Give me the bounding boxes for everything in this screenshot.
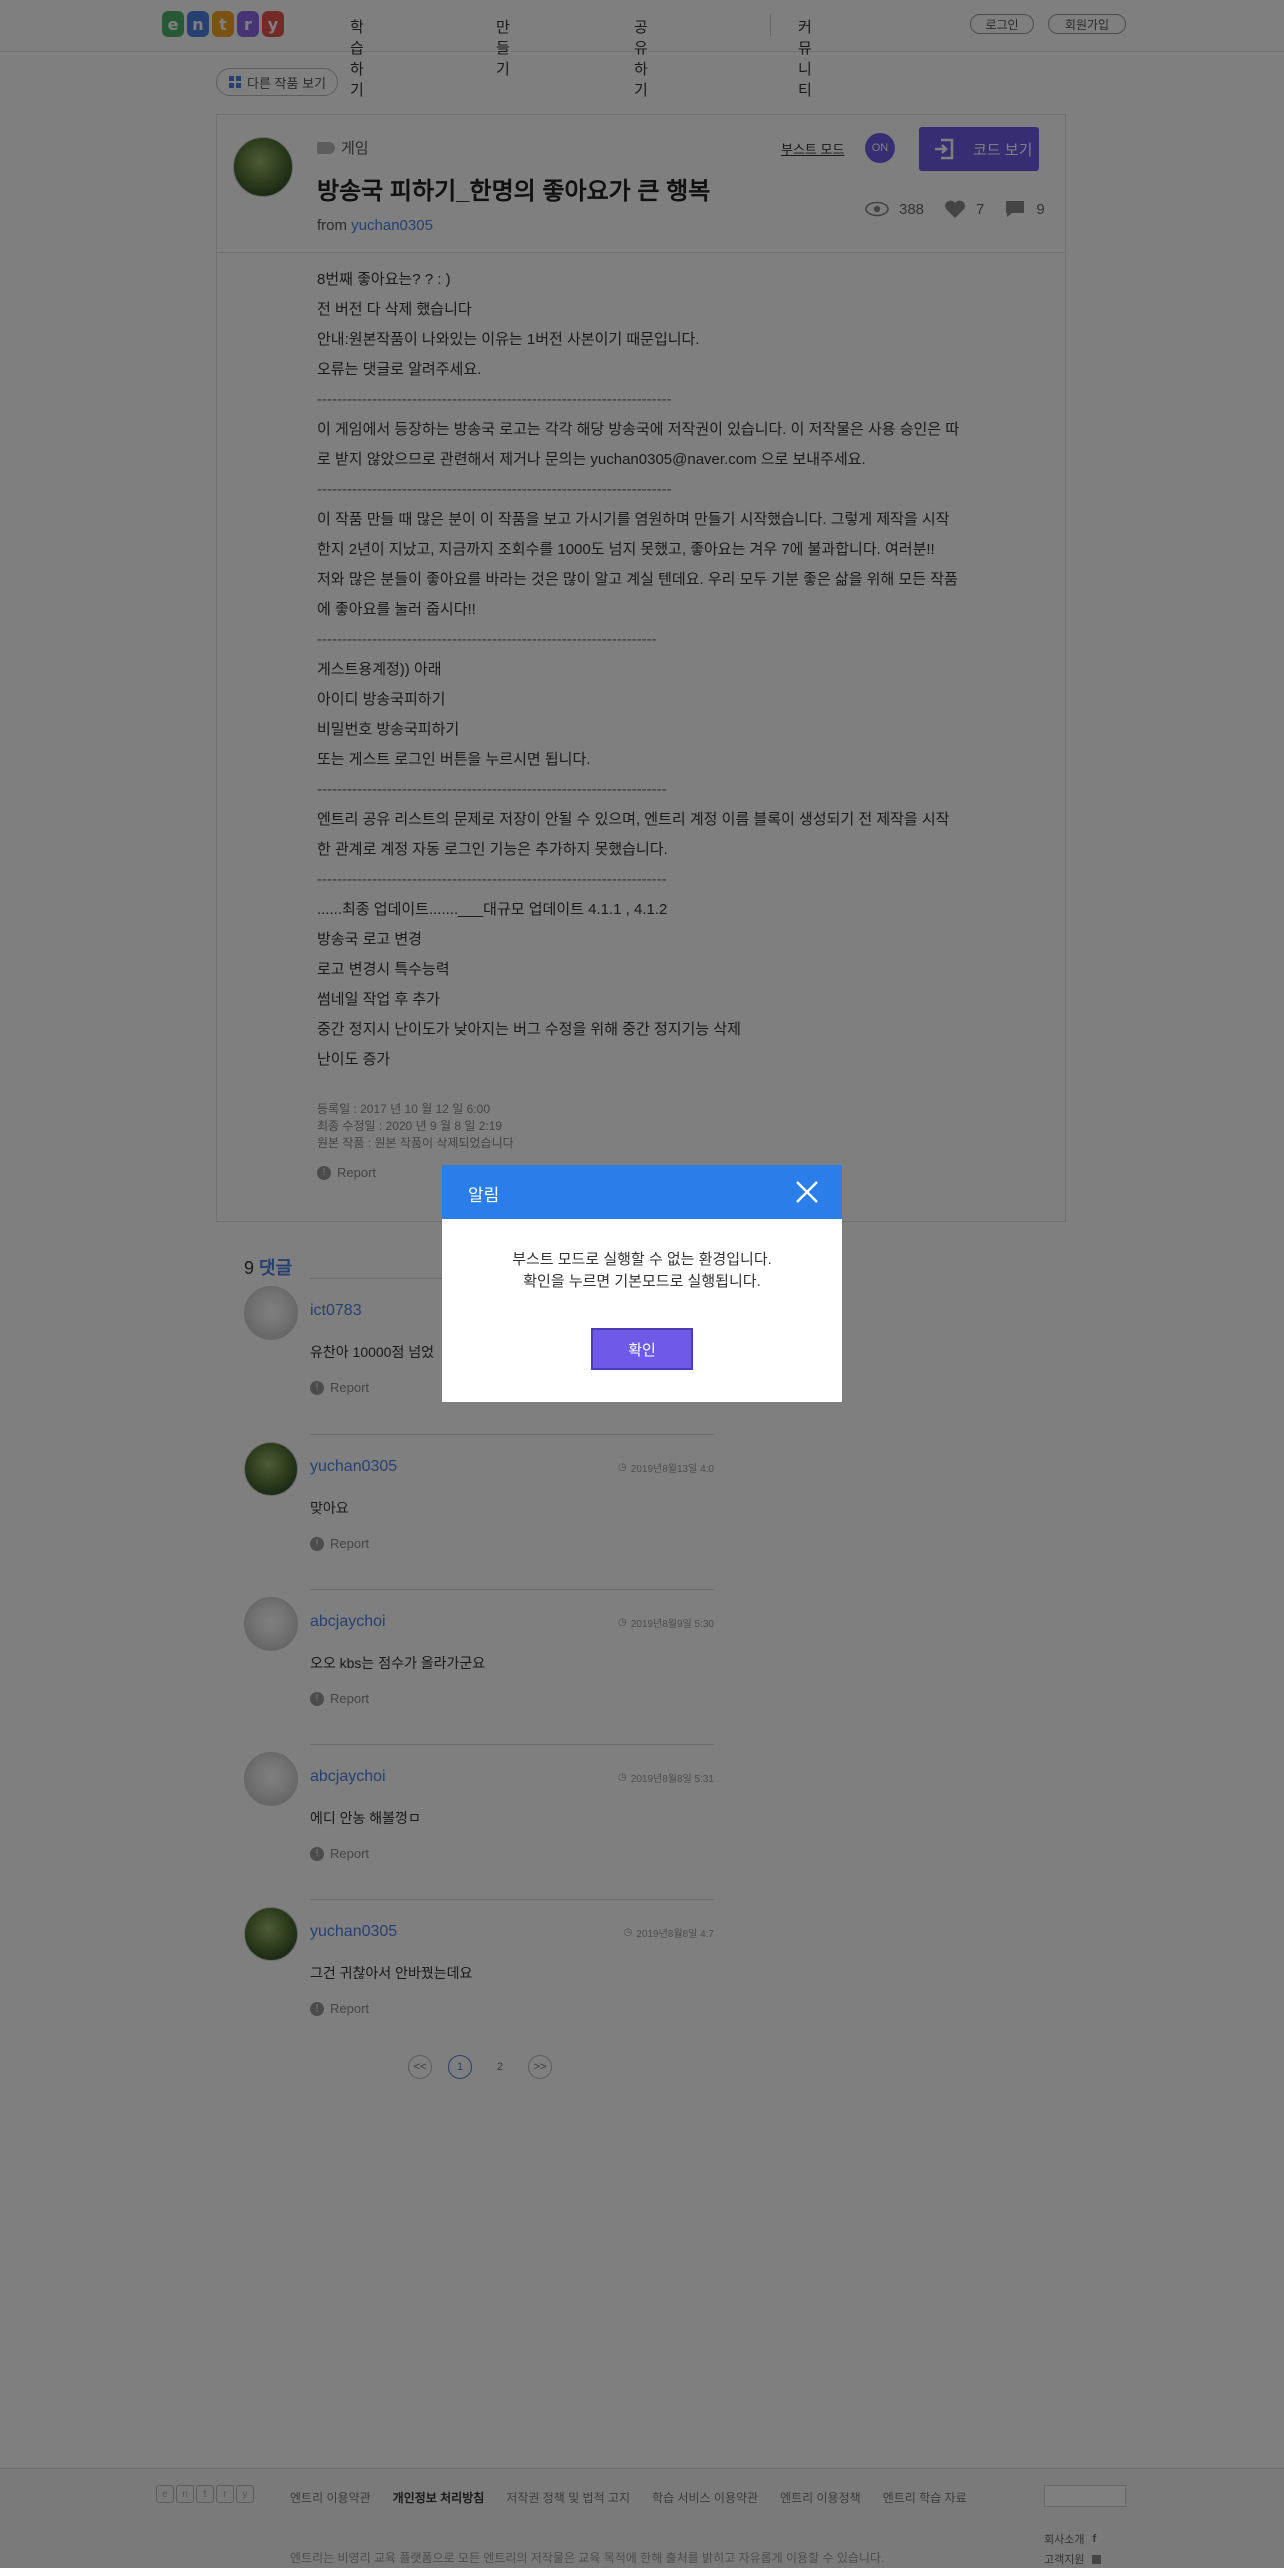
alert-header: 알림 [442, 1165, 842, 1219]
confirm-button[interactable]: 확인 [591, 1328, 693, 1370]
close-icon[interactable] [794, 1179, 820, 1205]
alert-title: 알림 [468, 1186, 500, 1205]
alert-message-line-2: 확인을 누르면 기본모드로 실행됩니다. [523, 1273, 761, 1290]
alert-dialog: 알림 부스트 모드로 실행할 수 없는 환경입니다. 확인을 누르면 기본모드로… [442, 1165, 842, 1402]
alert-message: 부스트 모드로 실행할 수 없는 환경입니다. 확인을 누르면 기본모드로 실행… [442, 1249, 842, 1293]
alert-message-line-1: 부스트 모드로 실행할 수 없는 환경입니다. [512, 1251, 772, 1268]
